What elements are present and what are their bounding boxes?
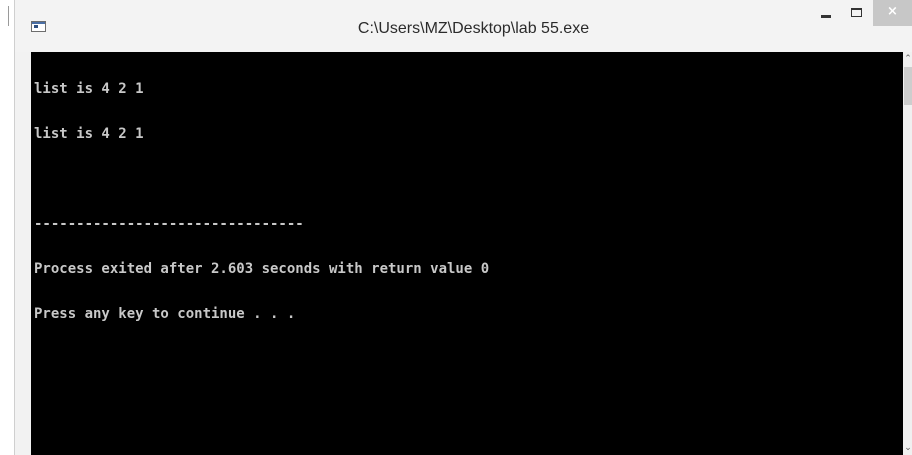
desktop-edge (0, 0, 14, 455)
scroll-down-icon[interactable]: ⌄ (903, 441, 912, 455)
console-output-area[interactable]: list is 4 2 1 list is 4 2 1 ------------… (31, 52, 903, 455)
scroll-up-icon[interactable]: ⌃ (903, 52, 912, 66)
window-title: C:\Users\MZ\Desktop\lab 55.exe (357, 20, 590, 37)
close-button[interactable]: × (873, 0, 912, 26)
console-text: list is 4 2 1 list is 4 2 1 ------------… (34, 52, 489, 352)
minimize-button[interactable] (812, 0, 842, 28)
console-window: C:\Users\MZ\Desktop\lab 55.exe × list is… (14, 0, 912, 455)
console-line: list is 4 2 1 (34, 126, 144, 142)
scroll-thumb[interactable] (904, 67, 912, 105)
edge-line (8, 6, 9, 26)
vertical-scrollbar[interactable]: ⌃ ⌄ (903, 52, 912, 455)
maximize-icon (851, 8, 862, 17)
console-line: Press any key to continue . . . (34, 306, 296, 322)
close-icon: × (887, 4, 898, 19)
console-line: Process exited after 2.603 seconds with … (34, 261, 490, 277)
console-separator: -------------------------------- (34, 216, 304, 232)
minimize-icon (821, 15, 831, 18)
console-line: list is 4 2 1 (34, 81, 144, 97)
maximize-button[interactable] (842, 0, 872, 28)
title-bar[interactable]: C:\Users\MZ\Desktop\lab 55.exe × (15, 0, 912, 52)
